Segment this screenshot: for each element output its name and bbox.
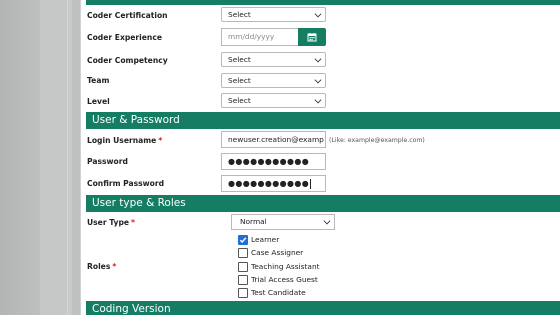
- role-label-learner: Learner: [251, 235, 280, 244]
- coder-certification-label: Coder Certification: [87, 11, 168, 20]
- coder-competency-value: Select: [228, 55, 251, 64]
- calendar-button[interactable]: [298, 28, 326, 46]
- level-value: Select: [228, 96, 251, 105]
- required-marker: *: [131, 218, 136, 227]
- confirm-password-input[interactable]: ●●●●●●●●●●●: [221, 175, 326, 192]
- login-username-hint: (Like: example@example.com): [329, 137, 425, 144]
- chevron-down-icon: [314, 10, 322, 18]
- user-type-section-header: User type & Roles: [86, 195, 560, 212]
- required-marker: *: [158, 136, 163, 145]
- coder-certification-value: Select: [228, 10, 251, 19]
- coder-competency-select[interactable]: Select: [221, 52, 326, 67]
- required-marker: *: [112, 262, 117, 271]
- role-label-case-assigner: Case Assigner: [251, 248, 304, 257]
- level-label: Level: [87, 97, 110, 106]
- login-username-label-text: Login Username: [87, 136, 157, 145]
- check-icon: [239, 236, 247, 243]
- role-option-learner[interactable]: Learner: [238, 234, 279, 245]
- user-password-section-header: User & Password: [86, 112, 560, 129]
- roles-label-text: Roles: [87, 262, 111, 271]
- team-select[interactable]: Select: [221, 73, 326, 88]
- role-checkbox-case-assigner[interactable]: [238, 247, 248, 258]
- roles-label: Roles *: [87, 262, 116, 271]
- chevron-down-icon: [314, 96, 322, 104]
- role-checkbox-trial-access-guest[interactable]: [238, 274, 248, 285]
- login-username-label: Login Username *: [87, 136, 162, 145]
- login-username-input[interactable]: newuser.creation@examp: [221, 131, 326, 148]
- password-label: Password: [87, 157, 128, 166]
- user-type-select[interactable]: Normal: [231, 214, 335, 230]
- user-type-label-text: User Type: [87, 218, 130, 227]
- coder-certification-select[interactable]: Select: [221, 7, 326, 22]
- role-label-trial-access-guest: Trial Access Guest: [251, 275, 318, 284]
- sidebar-collapsed: [40, 0, 68, 315]
- coder-experience-label: Coder Experience: [87, 33, 162, 42]
- calendar-icon: [307, 33, 317, 42]
- level-select[interactable]: Select: [221, 93, 326, 108]
- role-option-test-candidate[interactable]: Test Candidate: [238, 287, 306, 298]
- coding-version-section-header: Coding Version: [86, 301, 560, 315]
- coder-competency-label: Coder Competency: [87, 56, 168, 65]
- password-input[interactable]: ●●●●●●●●●●●: [221, 153, 326, 170]
- confirm-password-label: Confirm Password: [87, 179, 165, 188]
- chevron-down-icon: [314, 76, 322, 84]
- chevron-down-icon: [323, 217, 331, 225]
- coder-experience-date-input[interactable]: mm/dd/yyyy: [221, 28, 299, 46]
- role-label-test-candidate: Test Candidate: [251, 288, 306, 297]
- section-header-top-edge: [86, 0, 560, 5]
- role-option-teaching-assistant[interactable]: Teaching Assistant: [238, 261, 320, 272]
- confirm-password-value: ●●●●●●●●●●●: [228, 179, 310, 188]
- role-checkbox-test-candidate[interactable]: [238, 287, 248, 298]
- user-type-label: User Type *: [87, 218, 135, 227]
- team-label: Team: [87, 76, 110, 85]
- role-option-trial-access-guest[interactable]: Trial Access Guest: [238, 274, 318, 285]
- role-checkbox-teaching-assistant[interactable]: [238, 261, 248, 272]
- team-value: Select: [228, 76, 251, 85]
- chevron-down-icon: [314, 55, 322, 63]
- role-option-case-assigner[interactable]: Case Assigner: [238, 247, 303, 258]
- role-checkbox-learner[interactable]: [238, 234, 248, 245]
- user-type-value: Normal: [240, 217, 267, 226]
- role-label-teaching-assistant: Teaching Assistant: [251, 262, 320, 271]
- text-cursor: [310, 178, 312, 189]
